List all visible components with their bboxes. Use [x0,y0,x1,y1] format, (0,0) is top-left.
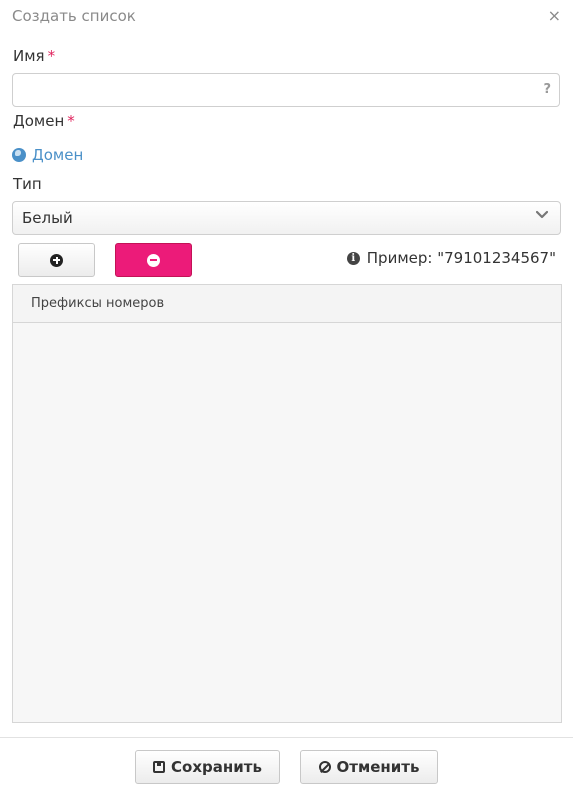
domain-label: Домен * [13,111,75,131]
chevron-down-icon [536,210,548,219]
plus-circle-icon [50,253,63,267]
dialog-title: Создать список [12,7,136,25]
name-field[interactable]: ? [12,73,560,107]
domain-label-text: Домен [13,112,65,130]
globe-icon [12,148,26,162]
type-label: Тип [13,175,42,193]
cancel-button[interactable]: Отменить [300,750,438,784]
column-header-prefixes[interactable]: Префиксы номеров [31,296,164,311]
add-prefix-button[interactable] [18,243,95,277]
floppy-disk-icon [153,761,166,773]
save-button-label: Сохранить [171,758,262,776]
name-label: Имя * [13,46,55,66]
required-mark: * [67,112,75,130]
close-icon[interactable]: × [548,6,561,26]
example-hint: i Пример: "79101234567" [346,249,556,267]
cancel-button-label: Отменить [336,758,420,776]
prefixes-table: Префиксы номеров [12,284,562,723]
required-mark: * [47,47,56,65]
info-icon: i [346,251,360,265]
remove-prefix-button[interactable] [115,243,192,277]
domain-link-text: Домен [32,146,84,164]
name-input[interactable] [13,74,533,106]
dialog-footer: Сохранить Отменить [0,737,573,793]
domain-select-link[interactable]: Домен [12,145,83,165]
example-text: Пример: "79101234567" [366,249,556,267]
create-list-dialog: Создать список × Имя * ? Домен * Домен Тип… [0,0,573,792]
minus-circle-icon [147,253,160,267]
save-button[interactable]: Сохранить [135,750,280,784]
ban-icon [318,761,331,773]
name-label-text: Имя [13,47,45,65]
table-header: Префиксы номеров [13,285,561,323]
type-select[interactable]: Белый [12,201,561,235]
help-icon[interactable]: ? [543,82,551,97]
type-select-value: Белый [22,209,73,227]
